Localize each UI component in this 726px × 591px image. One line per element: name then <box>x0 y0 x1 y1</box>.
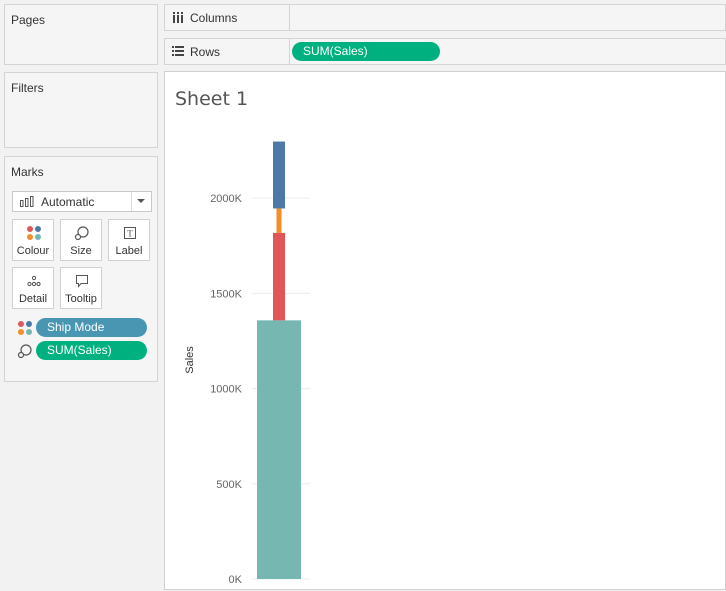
tooltip-button[interactable]: Tooltip <box>60 267 102 309</box>
mark-type-label: Automatic <box>41 195 95 209</box>
label-label: Label <box>115 245 143 257</box>
pages-title: Pages <box>11 13 46 27</box>
rows-label: Rows <box>190 45 221 59</box>
colour-dots-icon <box>27 226 41 240</box>
y-tick-label: 2000K <box>210 193 242 205</box>
y-tick-label: 1500K <box>210 288 242 300</box>
marks-title: Marks <box>11 165 44 179</box>
tooltip-label: Tooltip <box>65 293 97 305</box>
tooltip-icon <box>76 275 88 288</box>
rows-sum-sales-pill[interactable]: SUM(Sales) <box>292 42 440 61</box>
y-tick-label: 1000K <box>210 384 242 396</box>
mark-type-dropdown[interactable]: Automatic <box>12 191 152 212</box>
worksheet-view[interactable]: Sheet 1 0K 500K 1000K 1500K 2000K Sales <box>164 71 726 590</box>
colour-button[interactable]: Colour <box>12 219 54 261</box>
size-icon <box>74 226 89 241</box>
rows-icon <box>172 46 184 56</box>
bar-chart-icon <box>20 196 34 207</box>
svg-text:T: T <box>127 229 133 239</box>
rows-label-box: Rows <box>165 39 290 64</box>
detail-dots-icon <box>27 275 41 287</box>
detail-label: Detail <box>18 293 48 305</box>
size-button[interactable]: Size <box>60 219 102 261</box>
stacked-bar-chart: 0K 500K 1000K 1500K 2000K Sales <box>184 141 310 586</box>
pages-card[interactable]: Pages <box>4 4 158 65</box>
colour-dots-icon <box>18 321 32 335</box>
bar-segment <box>273 141 285 209</box>
columns-shelf[interactable]: Columns <box>164 4 726 31</box>
columns-label-box: Columns <box>165 5 290 30</box>
size-label: Size <box>70 245 92 257</box>
label-icon: T <box>124 227 136 239</box>
filters-card[interactable]: Filters <box>4 72 158 148</box>
ship-mode-pill[interactable]: Ship Mode <box>36 318 147 337</box>
bar-segment <box>273 232 285 321</box>
columns-icon <box>173 12 183 23</box>
sum-sales-pill[interactable]: SUM(Sales) <box>36 341 147 360</box>
filters-title: Filters <box>11 81 44 95</box>
rows-shelf[interactable]: Rows SUM(Sales) <box>164 38 726 65</box>
bar-segment <box>257 320 301 579</box>
columns-label: Columns <box>190 11 238 25</box>
marks-card: Marks Automatic Colour Size T Label Deta… <box>4 156 158 382</box>
y-tick-label: 500K <box>216 479 242 491</box>
y-axis-label: Sales <box>184 346 196 374</box>
chevron-down-icon[interactable] <box>131 192 149 211</box>
bar-segment <box>276 208 282 233</box>
colour-label: Colour <box>16 245 50 257</box>
y-tick-label: 0K <box>229 574 243 586</box>
detail-button[interactable]: Detail <box>12 267 54 309</box>
size-icon <box>17 344 32 359</box>
label-button[interactable]: T Label <box>108 219 150 261</box>
